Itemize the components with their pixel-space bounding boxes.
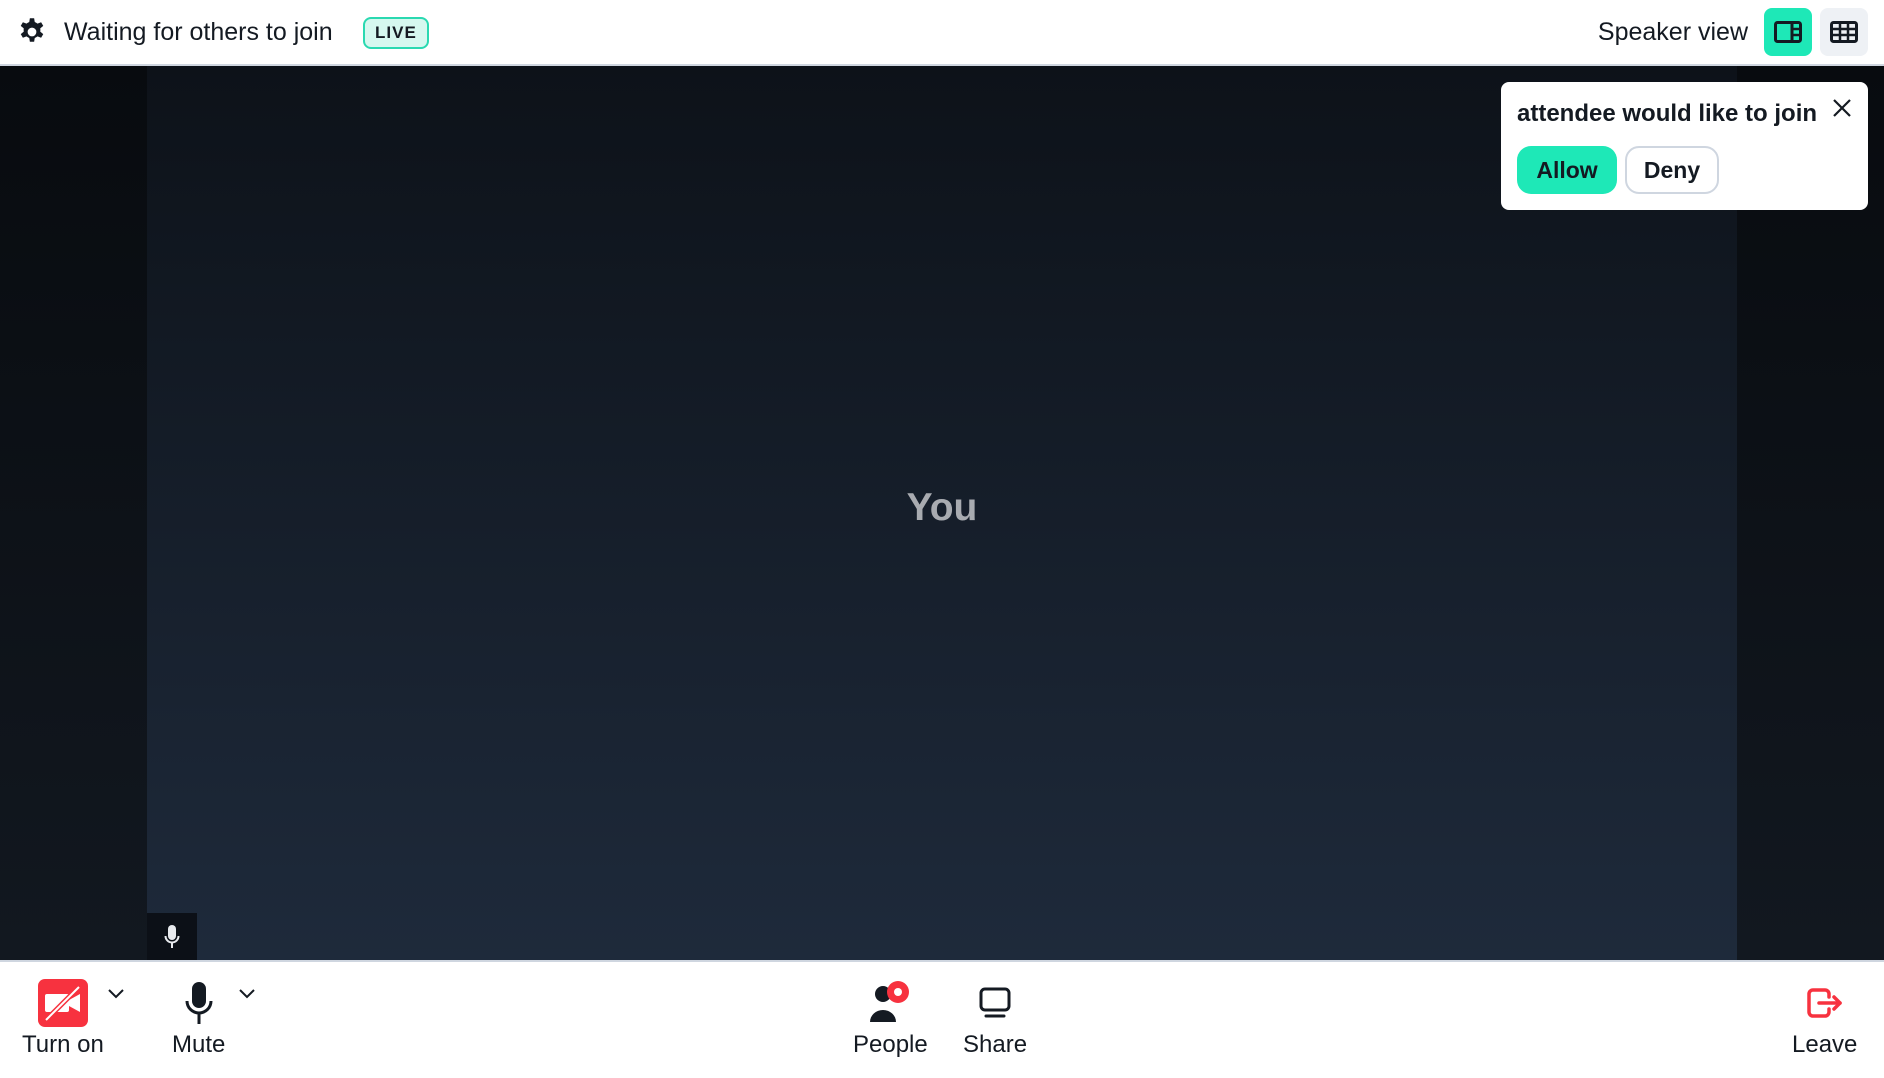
- camera-off-icon: [37, 979, 88, 1027]
- speaker-layout-icon: [1774, 21, 1802, 43]
- grid-view-button[interactable]: [1820, 8, 1868, 56]
- share-label: Share: [963, 1031, 1028, 1058]
- stage-left-margin: [0, 66, 147, 960]
- camera-toggle-button[interactable]: Turn on: [22, 978, 104, 1060]
- camera-label: Turn on: [22, 1031, 104, 1058]
- self-tile-label: You: [906, 486, 978, 529]
- screen-share-icon: [979, 987, 1011, 1018]
- speaker-view-button[interactable]: [1764, 8, 1812, 56]
- leave-label: Leave: [1792, 1031, 1858, 1058]
- join-request-popup: attendee would like to join Allow Deny: [1501, 82, 1868, 210]
- close-icon[interactable]: [1830, 96, 1854, 120]
- person-icon: [870, 981, 910, 1022]
- live-badge: LIVE: [363, 17, 429, 49]
- mute-button[interactable]: Mute: [172, 978, 225, 1060]
- microphone-icon: [164, 924, 180, 948]
- control-bar: Turn on Mute People Share Leave: [0, 960, 1884, 1078]
- leave-button[interactable]: Leave: [1792, 978, 1857, 1060]
- self-video-tile[interactable]: You: [147, 66, 1737, 960]
- leave-icon: [1806, 988, 1842, 1018]
- meeting-status: Waiting for others to join: [64, 18, 333, 46]
- gear-icon[interactable]: [17, 17, 47, 47]
- people-button[interactable]: People: [853, 978, 928, 1060]
- people-label: People: [853, 1031, 928, 1058]
- self-mic-indicator: [147, 913, 197, 960]
- camera-options-chevron-icon[interactable]: [107, 988, 125, 1000]
- grid-layout-icon: [1830, 21, 1858, 43]
- view-mode-label: Speaker view: [1597, 18, 1748, 46]
- microphone-icon: [185, 982, 213, 1024]
- share-button[interactable]: Share: [963, 978, 1027, 1060]
- deny-button[interactable]: Deny: [1625, 146, 1719, 194]
- allow-button[interactable]: Allow: [1517, 146, 1617, 194]
- top-bar: Waiting for others to join LIVE Speaker …: [0, 0, 1884, 66]
- mute-label: Mute: [172, 1031, 226, 1058]
- mic-options-chevron-icon[interactable]: [238, 988, 256, 1000]
- join-request-message: attendee would like to join: [1517, 100, 1818, 127]
